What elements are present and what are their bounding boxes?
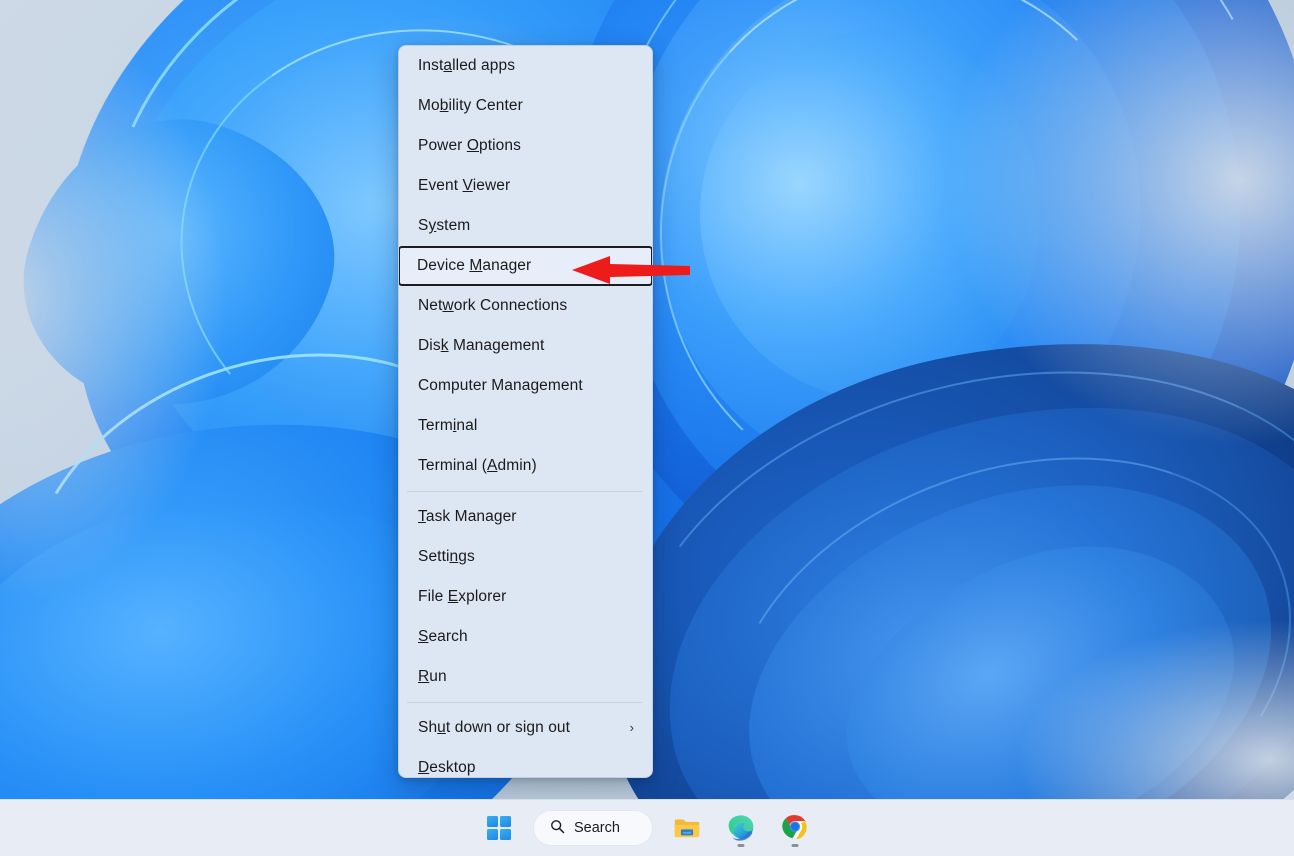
menu-item-file-explorer[interactable]: File Explorer xyxy=(399,577,652,617)
menu-item-device-manager[interactable]: Device Manager xyxy=(398,246,653,286)
menu-item-label: File Explorer xyxy=(418,588,506,605)
chevron-right-icon: › xyxy=(630,708,634,748)
menu-item-run[interactable]: Run xyxy=(399,657,652,697)
menu-item-label: Device Manager xyxy=(417,257,531,274)
menu-item-label: Settings xyxy=(418,548,475,565)
google-chrome-taskbar-icon[interactable] xyxy=(775,808,815,848)
menu-item-power-options[interactable]: Power Options xyxy=(399,126,652,166)
taskbar-search-label: Search xyxy=(574,820,620,836)
menu-item-terminal-admin[interactable]: Terminal (Admin) xyxy=(399,446,652,486)
menu-item-event-viewer[interactable]: Event Viewer xyxy=(399,166,652,206)
menu-item-desktop[interactable]: Desktop xyxy=(399,748,652,778)
taskbar-search-box[interactable]: Search xyxy=(533,810,653,846)
microsoft-edge-taskbar-icon[interactable] xyxy=(721,808,761,848)
menu-item-network-connections[interactable]: Network Connections xyxy=(399,286,652,326)
menu-item-label: Shut down or sign out xyxy=(418,719,570,736)
menu-separator xyxy=(407,491,642,492)
menu-item-search[interactable]: Search xyxy=(399,617,652,657)
menu-item-computer-management[interactable]: Computer Management xyxy=(399,366,652,406)
winx-power-user-menu[interactable]: Installed apps Mobility Center Power Optio… xyxy=(398,45,653,778)
menu-item-installed-apps[interactable]: Installed apps xyxy=(399,46,652,86)
menu-item-label: Event Viewer xyxy=(418,177,510,194)
windows-logo-icon xyxy=(487,816,512,841)
menu-item-label: Disk Management xyxy=(418,337,544,354)
start-button[interactable] xyxy=(479,808,519,848)
menu-item-label: Network Connections xyxy=(418,297,567,314)
taskbar[interactable]: Search xyxy=(0,799,1294,856)
menu-item-label: Power Options xyxy=(418,137,521,154)
menu-item-label: Mobility Center xyxy=(418,97,523,114)
menu-separator xyxy=(407,702,642,703)
menu-item-disk-management[interactable]: Disk Management xyxy=(399,326,652,366)
running-indicator xyxy=(738,844,745,847)
search-icon xyxy=(550,819,565,838)
menu-item-label: Terminal xyxy=(418,417,477,434)
menu-item-label: Terminal (Admin) xyxy=(418,457,537,474)
menu-item-system[interactable]: System xyxy=(399,206,652,246)
menu-item-label: System xyxy=(418,217,470,234)
menu-item-shut-down-or-sign-out[interactable]: Shut down or sign out › xyxy=(399,708,652,748)
menu-item-task-manager[interactable]: Task Manager xyxy=(399,497,652,537)
menu-item-label: Search xyxy=(418,628,468,645)
menu-item-mobility-center[interactable]: Mobility Center xyxy=(399,86,652,126)
file-explorer-taskbar-icon[interactable] xyxy=(667,808,707,848)
running-indicator xyxy=(792,844,799,847)
menu-item-label: Installed apps xyxy=(418,57,515,74)
menu-item-settings[interactable]: Settings xyxy=(399,537,652,577)
menu-item-label: Desktop xyxy=(418,759,476,776)
menu-item-label: Computer Management xyxy=(418,377,583,394)
menu-item-label: Task Manager xyxy=(418,508,517,525)
menu-item-terminal[interactable]: Terminal xyxy=(399,406,652,446)
menu-item-label: Run xyxy=(418,668,447,685)
